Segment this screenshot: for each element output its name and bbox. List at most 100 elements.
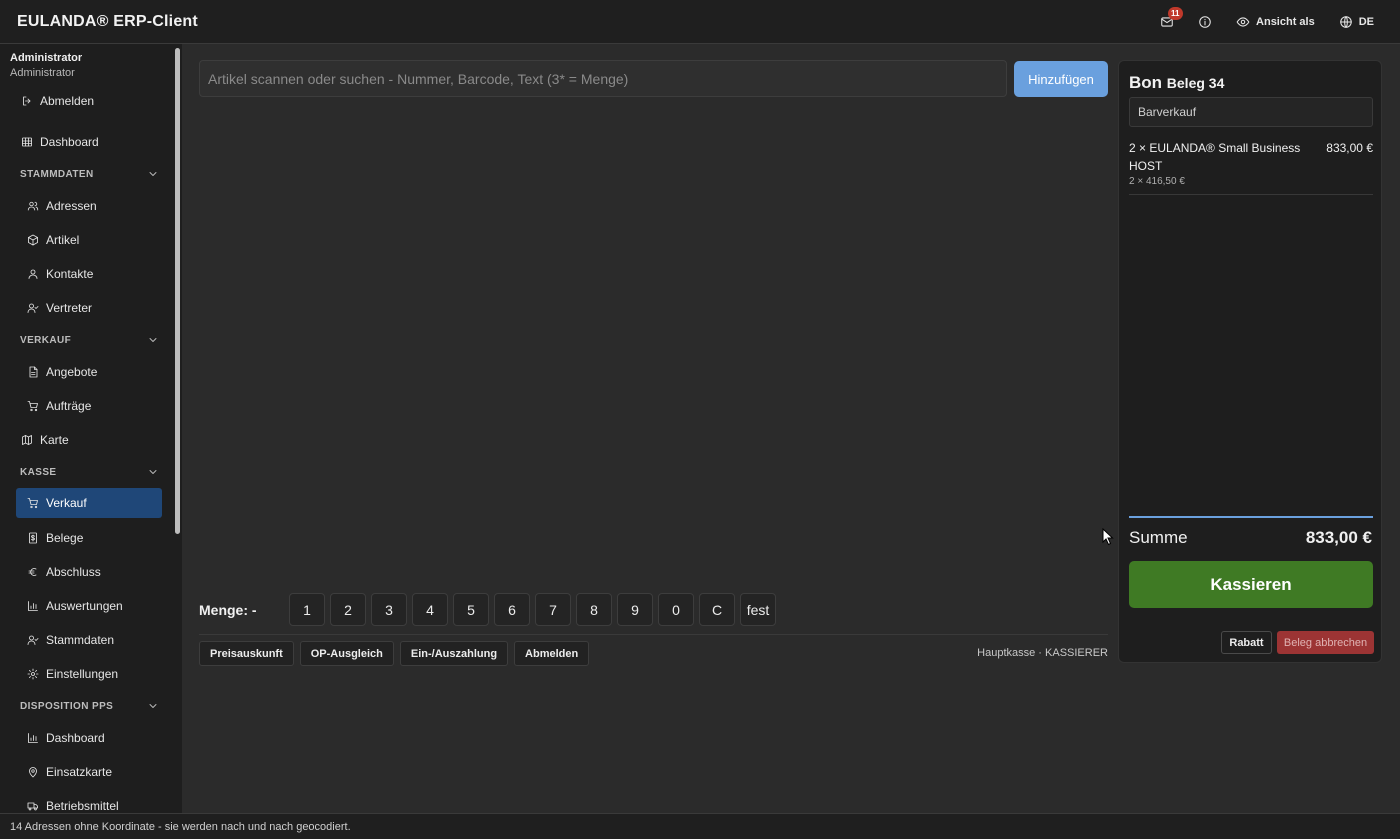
sum-value: 833,00 € (1305, 528, 1372, 547)
add-button[interactable]: Hinzufügen (1014, 61, 1108, 97)
pos-actions: Preisauskunft OP-Ausgleich Ein-/Auszahlu… (199, 641, 590, 666)
logout-icon (21, 95, 33, 107)
sidebar-item-label: Vertreter (46, 301, 93, 315)
sidebar-item-label: Stammdaten (46, 633, 115, 647)
language-label: DE (1358, 16, 1374, 28)
sidebar-item-vertreter[interactable]: Vertreter (16, 293, 162, 323)
key-9[interactable]: 9 (617, 593, 653, 626)
app-window: EULANDA® ERP-Client 11 Ansicht als DE Ad… (0, 0, 1400, 839)
map-icon (21, 434, 33, 446)
sidebar-item-pps-dashboard[interactable]: Dashboard (16, 723, 162, 753)
section-disposition-pps[interactable]: DISPOSITION PPS (20, 698, 160, 714)
sidebar-item-label: Betriebsmittel (46, 799, 119, 813)
sidebar-item-auswertungen[interactable]: Auswertungen (16, 591, 162, 621)
section-stammdaten[interactable]: STAMMDATEN (20, 166, 160, 182)
key-7[interactable]: 7 (535, 593, 571, 626)
sidebar-item-einstellungen[interactable]: Einstellungen (16, 659, 162, 689)
section-label: DISPOSITION PPS (20, 700, 114, 712)
pos-logout-button[interactable]: Abmelden (514, 641, 590, 666)
chevron-down-icon (146, 167, 160, 181)
sidebar-item-verkauf[interactable]: Verkauf (16, 488, 162, 518)
sidebar-item-karte[interactable]: Karte (10, 425, 156, 455)
sidebar-item-label: Kontakte (46, 267, 94, 281)
cancel-receipt-button[interactable]: Beleg abbrechen (1277, 631, 1374, 654)
sidebar-item-label: Adressen (46, 199, 97, 213)
sidebar-item-artikel[interactable]: Artikel (16, 225, 162, 255)
line-item-name: 2 × EULANDA® Small Business HOST (1129, 141, 1301, 173)
section-verkauf[interactable]: VERKAUF (20, 332, 160, 348)
receipt-title: Bon Beleg 34 (1129, 73, 1224, 93)
section-kasse[interactable]: KASSE (20, 464, 160, 480)
top-actions: 11 Ansicht als DE (1136, 0, 1374, 44)
mail-button[interactable]: 11 (1160, 7, 1183, 29)
sidebar-item-einsatzkarte[interactable]: Einsatzkarte (16, 757, 162, 787)
receipt-icon (27, 532, 39, 544)
key-2[interactable]: 2 (330, 593, 366, 626)
sidebar-item-label: Dashboard (40, 135, 99, 149)
sidebar-item-label: Aufträge (46, 399, 92, 413)
checkout-button[interactable]: Kassieren (1129, 561, 1373, 608)
op-balance-button[interactable]: OP-Ausgleich (299, 641, 394, 666)
key-0[interactable]: 0 (658, 593, 694, 626)
key-8[interactable]: 8 (576, 593, 612, 626)
line-item-unit-price: 2 × 416,50 € (1129, 176, 1185, 187)
sidebar-item-logout[interactable]: Abmelden (10, 86, 156, 116)
sidebar-item-dashboard[interactable]: Dashboard (10, 127, 156, 157)
key-4[interactable]: 4 (412, 593, 448, 626)
receipt-panel: Bon Beleg 34 Barverkauf 2 × EULANDA® Sma… (1118, 60, 1382, 663)
truck-icon (27, 800, 39, 812)
key-clear[interactable]: C (699, 593, 735, 626)
article-search-input[interactable] (199, 60, 1007, 97)
package-icon (27, 234, 39, 246)
receipt-line-item[interactable]: 2 × EULANDA® Small Business HOST 833,00 … (1129, 139, 1373, 195)
section-label: STAMMDATEN (20, 168, 94, 180)
sidebar-item-label: Einstellungen (46, 667, 119, 681)
discount-button[interactable]: Rabatt (1221, 631, 1272, 654)
users-icon (27, 200, 39, 212)
key-fixed[interactable]: fest (740, 593, 776, 626)
key-3[interactable]: 3 (371, 593, 407, 626)
table-icon (21, 136, 33, 148)
sidebar-item-label: Angebote (46, 365, 98, 379)
key-6[interactable]: 6 (494, 593, 530, 626)
sidebar-item-label: Belege (46, 531, 84, 545)
chevron-down-icon (146, 465, 160, 479)
mouse-cursor-icon (1102, 528, 1114, 546)
sidebar-item-betriebsmittel[interactable]: Betriebsmittel (16, 791, 162, 813)
receipt-document-number: Beleg 34 (1166, 75, 1225, 91)
sidebar-item-adressen[interactable]: Adressen (16, 191, 162, 221)
info-button[interactable] (1198, 15, 1212, 29)
key-5[interactable]: 5 (453, 593, 489, 626)
view-as-button[interactable]: Ansicht als (1236, 15, 1315, 29)
keypad: 1 2 3 4 5 6 7 8 9 0 C fest (289, 593, 776, 626)
app-title: EULANDA® ERP-Client (17, 12, 198, 30)
sidebar-scrollbar[interactable] (175, 48, 180, 534)
sidebar-item-abschluss[interactable]: Abschluss (16, 557, 162, 587)
user-icon (27, 268, 39, 280)
mail-count-badge: 11 (1168, 7, 1183, 20)
user-role: Administrator (10, 67, 75, 79)
section-label: KASSE (20, 466, 57, 478)
sidebar-item-belege[interactable]: Belege (16, 523, 162, 553)
key-1[interactable]: 1 (289, 593, 325, 626)
cash-in-out-button[interactable]: Ein-/Auszahlung (399, 641, 509, 666)
sidebar-item-label: Abmelden (40, 94, 95, 108)
user-name: Administrator (10, 52, 83, 64)
sidebar-item-angebote[interactable]: Angebote (16, 357, 162, 387)
price-info-button[interactable]: Preisauskunft (199, 641, 294, 666)
sidebar-item-auftraege[interactable]: Aufträge (16, 391, 162, 421)
sidebar-item-label: Karte (40, 433, 69, 447)
pos-main: Hinzufügen Menge: - 1 2 3 4 5 6 7 8 9 0 … (182, 44, 1400, 813)
user-check-icon (27, 302, 39, 314)
language-button[interactable]: DE (1339, 15, 1374, 29)
euro-icon (27, 566, 39, 578)
sale-type-field[interactable]: Barverkauf (1129, 97, 1373, 127)
eye-icon (1236, 15, 1250, 29)
quantity-label: Menge: - (199, 602, 257, 618)
map-pin-icon (27, 766, 39, 778)
sum-divider (1129, 516, 1373, 518)
sidebar-item-kontakte[interactable]: Kontakte (16, 259, 162, 289)
view-as-label: Ansicht als (1256, 16, 1315, 28)
sidebar-item-kasse-stammdaten[interactable]: Stammdaten (16, 625, 162, 655)
sidebar-item-label: Artikel (46, 233, 80, 247)
